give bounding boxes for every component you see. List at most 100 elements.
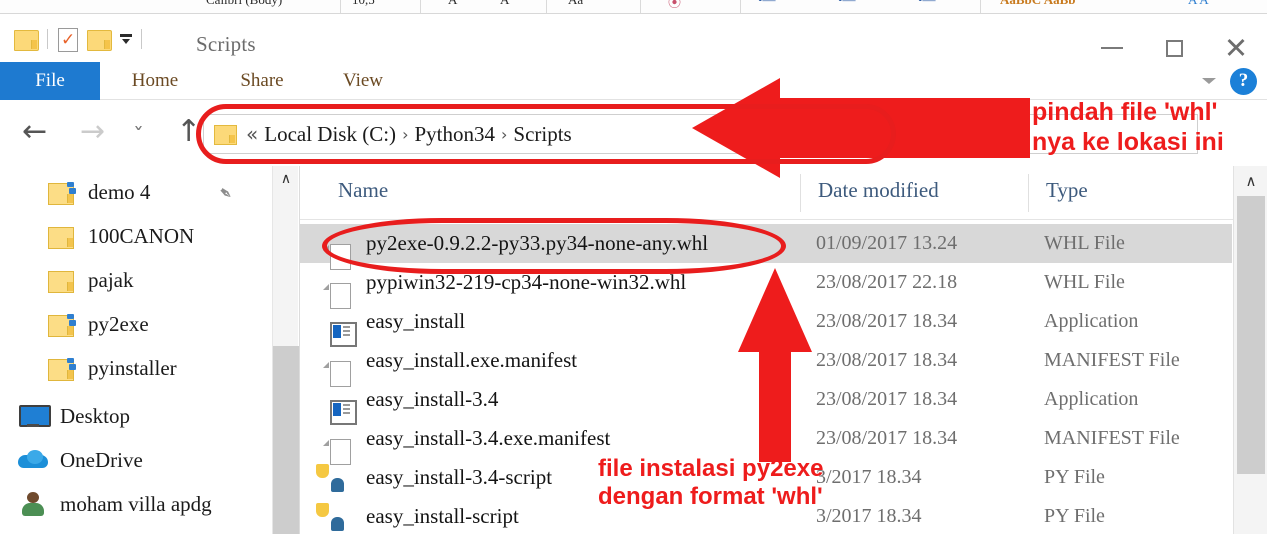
breadcrumb-item-2[interactable]: Scripts xyxy=(513,122,571,147)
font-name-box[interactable]: Calibri (Body) xyxy=(206,0,282,12)
recent-locations-button[interactable]: ˇ xyxy=(133,123,144,153)
file-name-cell: py2exe-0.9.2.2-py33.py34-none-any.whl xyxy=(366,231,709,255)
styles-more-icon[interactable]: A A xyxy=(1188,0,1209,12)
user-icon xyxy=(16,492,50,516)
sidebar-item-pajak[interactable]: pajak xyxy=(0,258,272,302)
qat-divider-1 xyxy=(47,29,48,49)
date-modified-cell: 23/08/2017 22.18 xyxy=(816,271,958,293)
sidebar-item-pyinstaller[interactable]: pyinstaller xyxy=(0,346,272,390)
pin-icon[interactable]: ✒ xyxy=(213,182,237,206)
column-divider-1[interactable] xyxy=(800,174,801,212)
folder-shortcut-icon xyxy=(44,181,78,205)
ribbon-divider-3 xyxy=(546,0,547,13)
scrollbar-thumb[interactable] xyxy=(1237,196,1265,474)
customize-qat-icon[interactable] xyxy=(120,33,132,45)
ribbon-tab-bar: File Home Share View xyxy=(0,62,1267,100)
tab-home[interactable]: Home xyxy=(112,62,198,100)
table-row[interactable]: easy_install 23/08/2017 18.34 Application xyxy=(300,302,1232,341)
folder-icon xyxy=(44,225,78,249)
type-cell: MANIFEST File xyxy=(1044,349,1180,371)
file-name-cell: easy_install-3.4.exe.manifest xyxy=(366,426,611,450)
sidebar-item-100canon[interactable]: 100CANON xyxy=(0,214,272,258)
type-cell: PY File xyxy=(1044,466,1105,488)
sidebar-item-desktop[interactable]: Desktop xyxy=(0,394,272,438)
breadcrumb-item-0[interactable]: Local Disk (C:) xyxy=(264,122,396,147)
folder-shortcut-icon xyxy=(44,357,78,381)
navigation-pane: demo 4 ✒ 100CANON pajak py2exe pyinstaller Des… xyxy=(0,166,272,534)
sidebar-item-onedrive[interactable]: OneDrive xyxy=(0,438,272,482)
clear-formatting-icon[interactable]: ⦿ xyxy=(668,0,681,12)
breadcrumb[interactable]: « Local Disk (C:) › Python34 › Scripts xyxy=(203,114,886,154)
column-divider-2[interactable] xyxy=(1028,174,1029,212)
table-row[interactable]: easy_install-3.4.exe.manifest 23/08/2017 … xyxy=(300,419,1232,458)
file-name-cell: easy_install-3.4 xyxy=(366,387,499,411)
date-modified-cell: 01/09/2017 13.24 xyxy=(816,232,958,254)
table-row[interactable]: py2exe-0.9.2.2-py33.py34-none-any.whl 01/… xyxy=(300,224,1232,263)
column-header-name[interactable]: Name xyxy=(338,178,388,203)
tab-share[interactable]: Share xyxy=(216,62,308,100)
forward-button[interactable]: → xyxy=(80,117,105,147)
sidebar-item-label: 100CANON xyxy=(88,223,195,248)
chevron-down-icon[interactable] xyxy=(1202,78,1216,84)
type-cell: Application xyxy=(1044,388,1139,410)
styles-gallery[interactable]: AaBbC AaBb xyxy=(1000,0,1076,12)
font-size-box[interactable]: 10,5 xyxy=(352,0,375,12)
cloud-icon xyxy=(16,450,50,470)
column-header-type[interactable]: Type xyxy=(1046,178,1088,203)
close-icon: ✕ xyxy=(1223,31,1249,65)
file-list-scrollbar[interactable]: ∧ xyxy=(1233,166,1267,534)
folder-icon[interactable] xyxy=(14,28,39,51)
scroll-up-icon[interactable]: ∧ xyxy=(1234,166,1267,196)
sidebar-item-label: pajak xyxy=(88,267,134,292)
file-name-cell: easy_install-script xyxy=(366,504,519,528)
breadcrumb-item-1[interactable]: Python34 xyxy=(414,122,495,147)
tab-file[interactable]: File xyxy=(0,62,100,100)
date-modified-cell: 3/2017 18.34 xyxy=(816,466,922,488)
table-row[interactable]: pypiwin32-219-cp34-none-win32.whl 23/08/2… xyxy=(300,263,1232,302)
date-modified-cell: 23/08/2017 18.34 xyxy=(816,349,958,371)
properties-icon[interactable]: ✓ xyxy=(57,27,78,52)
table-row[interactable]: easy_install.exe.manifest 23/08/2017 18.3… xyxy=(300,341,1232,380)
up-button[interactable]: ↑ xyxy=(176,117,201,147)
ribbon-divider-4 xyxy=(640,0,641,13)
monitor-icon xyxy=(16,405,51,427)
table-row[interactable]: easy_install-3.4 23/08/2017 18.34 Applicat… xyxy=(300,380,1232,419)
file-explorer-window: Calibri (Body) 10,5 A A Aa ⦿ •— •— •— Aa… xyxy=(0,0,1267,534)
numbering-icon[interactable]: •— xyxy=(838,0,856,12)
breadcrumb-overflow-icon[interactable]: « xyxy=(246,122,258,146)
sidebar-item-label: moham villa apdg xyxy=(60,491,212,516)
sidebar-item-py2exe[interactable]: py2exe xyxy=(0,302,272,346)
annotation-line-2: dengan format 'whl' xyxy=(598,483,823,511)
annotation-py2exe-install-file: file instalasi py2exe dengan format 'whl… xyxy=(598,455,823,512)
sidebar-item-moham-villa-apdg[interactable]: moham villa apdg xyxy=(0,482,272,526)
breadcrumb-separator-0[interactable]: › xyxy=(402,125,408,144)
type-cell: Application xyxy=(1044,310,1139,332)
multilevel-list-icon[interactable]: •— xyxy=(918,0,936,12)
scrollbar-thumb[interactable] xyxy=(273,346,299,534)
type-cell: PY File xyxy=(1044,505,1105,527)
navigation-pane-scrollbar[interactable]: ∧ xyxy=(272,166,299,534)
ribbon-right-controls: ? xyxy=(1202,62,1257,100)
breadcrumb-separator-1[interactable]: › xyxy=(501,125,507,144)
new-folder-icon[interactable] xyxy=(87,28,112,51)
back-button[interactable]: ← xyxy=(22,117,47,147)
checkmark-glyph: ✓ xyxy=(61,30,76,50)
sidebar-item-label: pyinstaller xyxy=(88,355,177,380)
annotation-move-whl-here: pindah file 'whl' nya ke lokasi ini xyxy=(1032,98,1224,157)
sidebar-item-demo-4[interactable]: demo 4 ✒ xyxy=(0,170,272,214)
shrink-font-button[interactable]: A xyxy=(500,0,509,12)
title-bar: ✓ Scripts ✕ xyxy=(0,14,1267,65)
change-case-button[interactable]: Aa xyxy=(568,0,583,12)
date-modified-cell: 3/2017 18.34 xyxy=(816,505,922,527)
date-modified-cell: 23/08/2017 18.34 xyxy=(816,388,958,410)
grow-font-button[interactable]: A xyxy=(448,0,457,12)
column-header-date-modified[interactable]: Date modified∨ xyxy=(818,178,939,203)
sidebar-item-label: py2exe xyxy=(88,311,149,336)
file-name-cell: easy_install-3.4-script xyxy=(366,465,553,489)
scroll-up-icon[interactable]: ∧ xyxy=(273,166,299,192)
bullets-icon[interactable]: •— xyxy=(758,0,776,12)
tab-view[interactable]: View xyxy=(326,62,400,100)
help-icon[interactable]: ? xyxy=(1230,67,1257,95)
date-modified-cell: 23/08/2017 18.34 xyxy=(816,310,958,332)
annotation-line-2: nya ke lokasi ini xyxy=(1032,127,1224,156)
